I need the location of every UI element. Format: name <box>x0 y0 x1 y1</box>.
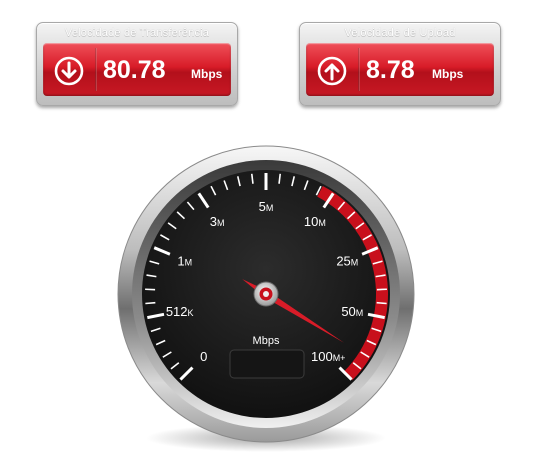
arrow-down-circle-icon <box>54 56 84 86</box>
download-speed-caption: Velocidade de Transferência <box>64 27 210 39</box>
gauge-digital-window <box>229 349 305 379</box>
speedometer-gauge: 0 512K 1M 3M 5M 10M 25M 50M 100M+ Mbps <box>108 138 424 458</box>
arrow-up-circle-icon <box>317 56 347 86</box>
download-speed-unit: Mbps <box>191 67 223 81</box>
gauge-minor-tick <box>376 301 387 305</box>
download-speed-display: 80.78 Mbps <box>43 43 231 96</box>
upload-speed-caption: Velocidade de Upload <box>344 27 456 39</box>
divider <box>95 48 97 91</box>
upload-speed-panel: Velocidade de Upload 8.78 Mbps <box>299 22 501 106</box>
upload-speed-display: 8.78 Mbps <box>306 43 494 96</box>
upload-speed-value: 8.78 <box>366 56 415 84</box>
divider <box>358 48 360 91</box>
gauge-hub-dot <box>263 291 269 297</box>
gauge-unit-label: Mbps <box>253 335 280 347</box>
gauge-minor-tick <box>145 301 156 305</box>
download-speed-panel: Velocidade de Transferência 80.78 Mbps <box>36 22 238 106</box>
gauge-scale-label: 0 <box>200 349 207 364</box>
upload-speed-unit: Mbps <box>432 67 464 81</box>
speedometer-svg: 0512K1M3M5M10M25M50M100M+ Mbps <box>117 145 415 452</box>
download-speed-value: 80.78 <box>103 56 166 84</box>
